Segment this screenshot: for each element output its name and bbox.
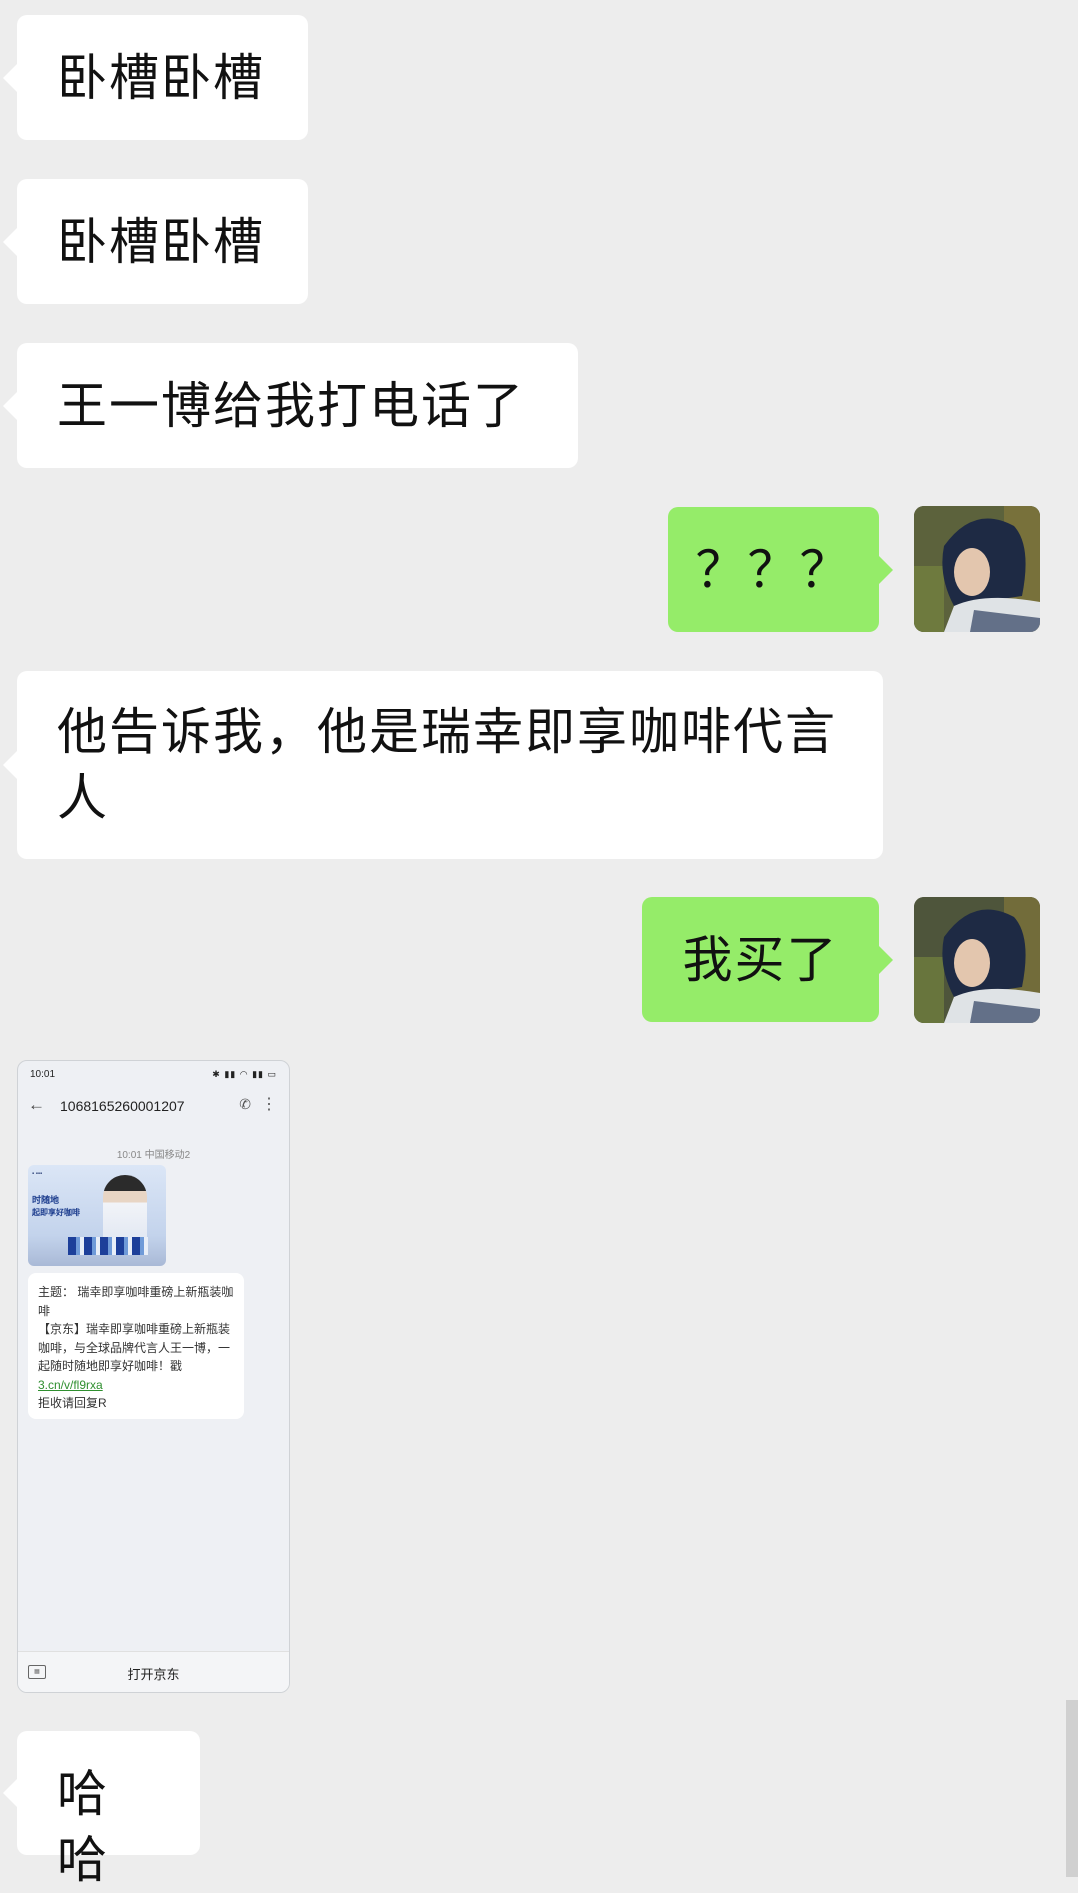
back-arrow-icon: ←	[28, 1095, 45, 1114]
message-bubble-incoming[interactable]: 哈哈	[3, 1731, 200, 1889]
phone-icon: ✆	[239, 1096, 251, 1112]
message-text: ？？？	[695, 541, 852, 599]
received-time: 10:01 中国移动2	[116, 1150, 191, 1161]
sms-link: 3.cn/v/fl9rxa	[38, 1377, 103, 1392]
promo-product	[68, 1237, 148, 1255]
promo-line-2: 起即享好咖啡	[32, 1208, 80, 1217]
more-icon: ⋮	[261, 1096, 277, 1113]
message-bubble-incoming[interactable]: 王一博给我打电话了	[3, 343, 578, 468]
message-bubble-incoming[interactable]: 卧槽卧槽	[3, 15, 308, 140]
message-text: 我买了	[682, 931, 839, 989]
message-bubble-incoming[interactable]: 他告诉我，他是瑞幸即享咖啡代言人	[3, 671, 883, 859]
message-text: 卧槽卧槽	[57, 49, 265, 107]
avatar[interactable]	[914, 506, 1040, 632]
image-message-sms-screenshot[interactable]: 10:01 ✱ ▮▮ ◠ ▮▮ ▭ ← 1068165260001207 ✆ ⋮…	[17, 1060, 290, 1693]
message-bubble-outgoing[interactable]: 我买了	[642, 897, 893, 1022]
open-jd-button: 打开京东	[127, 1667, 180, 1682]
message-bubble-outgoing[interactable]: ？？？	[668, 507, 893, 632]
scrollbar[interactable]	[1066, 1700, 1078, 1877]
promo-image: ▪ ▪▪▪ 时随地 起即享好咖啡	[28, 1165, 166, 1266]
message-text: 他告诉我，他是瑞幸即享咖啡代言人	[57, 703, 837, 827]
sms-text: 主题： 瑞幸即享咖啡重磅上新瓶装咖啡 【京东】瑞幸即享咖啡重磅上新瓶装咖啡，与全…	[38, 1285, 234, 1373]
message-text: 卧槽卧槽	[57, 213, 265, 271]
avatar-photo	[914, 506, 1040, 632]
promo-line-1: 时随地	[32, 1195, 60, 1205]
sms-bottom-bar: ▦ 打开京东	[18, 1651, 289, 1692]
avatar[interactable]	[914, 897, 1040, 1023]
status-icons: ✱ ▮▮ ◠ ▮▮ ▭	[212, 1069, 277, 1079]
message-text: 哈哈	[57, 1765, 109, 1889]
sender-number: 1068165260001207	[60, 1098, 185, 1114]
status-time: 10:01	[30, 1069, 56, 1080]
sms-message: 主题： 瑞幸即享咖啡重磅上新瓶装咖啡 【京东】瑞幸即享咖啡重磅上新瓶装咖啡，与全…	[28, 1273, 244, 1419]
avatar-photo	[914, 897, 1040, 1023]
message-bubble-incoming[interactable]: 卧槽卧槽	[3, 179, 308, 304]
brand-mark: ▪ ▪▪▪	[32, 1171, 43, 1177]
sms-footer: 拒收请回复R	[38, 1396, 107, 1410]
message-text: 王一博给我打电话了	[57, 377, 525, 435]
